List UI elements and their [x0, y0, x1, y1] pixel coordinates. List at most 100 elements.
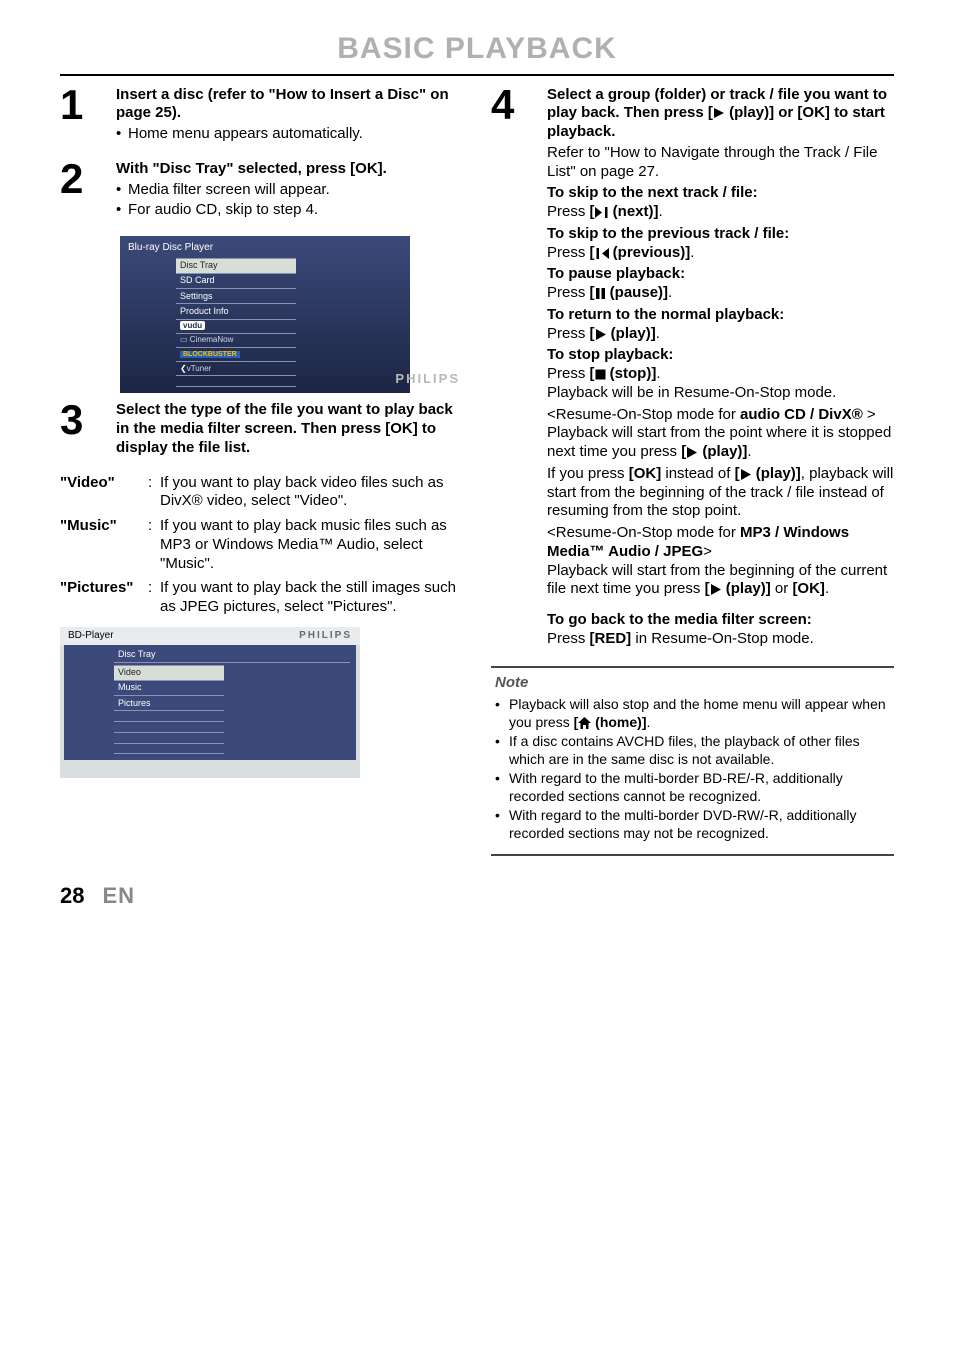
filter-colon: : — [148, 474, 160, 512]
bullet-item: • Media filter screen will appear. — [116, 181, 463, 200]
note-title: Note — [495, 674, 890, 693]
bullet-item: • Home menu appears automatically. — [116, 125, 463, 144]
play-icon — [686, 447, 698, 458]
filter-table: "Video" : If you want to play back video… — [60, 474, 463, 617]
resume-cd-text: Playback will start from the point where… — [547, 424, 894, 462]
play-icon — [595, 329, 607, 340]
skip-next-block: To skip to the next track / file: Press … — [547, 184, 894, 222]
note-list: • Playback will also stop and the home m… — [495, 696, 890, 842]
osd2-header: BD-Player PHILIPS — [60, 627, 360, 646]
return-block: To return to the normal playback: Press … — [547, 306, 894, 344]
philips-brand: PHILIPS — [395, 371, 460, 387]
step-heading: Insert a disc (refer to "How to Insert a… — [116, 86, 463, 124]
previous-icon — [595, 248, 609, 259]
step-ref: Refer to "How to Navigate through the Tr… — [547, 144, 894, 182]
osd2-item-music: Music — [114, 680, 224, 695]
osd-item-product-info: Product Info — [176, 303, 296, 318]
osd2-item-blank — [114, 721, 224, 732]
back-block: To go back to the media filter screen: P… — [547, 611, 894, 649]
play-icon — [740, 469, 752, 480]
osd2-item-blank — [114, 710, 224, 721]
filter-key: "Video" — [60, 474, 148, 512]
page-number: 28 — [60, 882, 84, 910]
bullet-dot: • — [495, 696, 509, 731]
note-text: If a disc contains AVCHD files, the play… — [509, 733, 890, 768]
osd-wrapper: Blu-ray Disc Player Disc Tray SD Card Se… — [60, 236, 463, 393]
philips-brand: PHILIPS — [299, 630, 352, 643]
resume-mp3-head: <Resume-On-Stop mode for MP3 / Windows M… — [547, 524, 894, 562]
osd-item-vtuner: ❮vTuner — [176, 361, 296, 375]
note-item: • If a disc contains AVCHD files, the pl… — [495, 733, 890, 768]
osd-item-sd-card: SD Card — [176, 273, 296, 288]
filter-row-music: "Music" : If you want to play back music… — [60, 517, 463, 573]
step-number: 2 — [60, 160, 116, 222]
osd2-category: Disc Tray — [114, 649, 350, 662]
sub-text: Press [ (play)]. — [547, 325, 894, 344]
filter-colon: : — [148, 517, 160, 573]
sub-label: To return to the normal playback: — [547, 306, 894, 325]
filter-value: If you want to play back the still image… — [160, 579, 463, 617]
step-1: 1 Insert a disc (refer to "How to Insert… — [60, 86, 463, 146]
home-menu-osd: Blu-ray Disc Player Disc Tray SD Card Se… — [120, 236, 410, 393]
bullet-text: Home menu appears automatically. — [128, 125, 463, 144]
sub-label: To skip to the next track / file: — [547, 184, 894, 203]
osd-menu-list: Disc Tray SD Card Settings Product Info … — [176, 258, 296, 388]
ok-instead-block: If you press [OK] instead of [ (play)], … — [547, 465, 894, 521]
sub-text: Press [ (pause)]. — [547, 284, 894, 303]
sub-text: Press [ (next)]. — [547, 203, 894, 222]
osd-item-blockbuster: BLOCKBUSTER — [176, 347, 296, 362]
bullet-dot: • — [495, 807, 509, 842]
sub-label: To go back to the media filter screen: — [547, 611, 894, 630]
osd-item-disc-tray: Disc Tray — [176, 258, 296, 273]
next-icon — [595, 207, 609, 218]
step-number: 4 — [491, 86, 547, 652]
manual-page: BASIC PLAYBACK 1 Insert a disc (refer to… — [0, 0, 954, 930]
osd2-footer — [60, 764, 360, 778]
filter-value: If you want to play back music files suc… — [160, 517, 463, 573]
resume-cd-block: <Resume-On-Stop mode for audio CD / DivX… — [547, 406, 894, 462]
step-number: 3 — [60, 401, 116, 459]
page-title: BASIC PLAYBACK — [60, 30, 894, 74]
bullet-item: • For audio CD, skip to step 4. — [116, 201, 463, 220]
filter-key: "Pictures" — [60, 579, 148, 617]
sub-text: Press [ (previous)]. — [547, 244, 894, 263]
step-4: 4 Select a group (folder) or track / fil… — [491, 86, 894, 652]
title-rule — [60, 74, 894, 76]
filter-row-video: "Video" : If you want to play back video… — [60, 474, 463, 512]
stop-icon — [595, 369, 606, 380]
osd2-title: BD-Player — [68, 630, 114, 643]
step-2: 2 With "Disc Tray" selected, press [OK].… — [60, 160, 463, 222]
bullet-dot: • — [495, 733, 509, 768]
sub-label: To pause playback: — [547, 265, 894, 284]
step-heading: Select the type of the file you want to … — [116, 401, 463, 457]
media-filter-osd: BD-Player PHILIPS Disc Tray Video Music … — [60, 627, 360, 779]
note-text: Playback will also stop and the home men… — [509, 696, 890, 731]
resume-mp3-block: <Resume-On-Stop mode for MP3 / Windows M… — [547, 524, 894, 599]
step-number: 1 — [60, 86, 116, 146]
filter-colon: : — [148, 579, 160, 617]
step-heading: With "Disc Tray" selected, press [OK]. — [116, 160, 463, 179]
bullet-dot: • — [495, 770, 509, 805]
osd-item-cinemanow: ▭ CinemaNow — [176, 333, 296, 347]
bullet-dot: • — [116, 201, 128, 220]
step-heading: Select a group (folder) or track / file … — [547, 86, 894, 142]
osd-item-settings: Settings — [176, 288, 296, 303]
note-item: • Playback will also stop and the home m… — [495, 696, 890, 731]
left-column: 1 Insert a disc (refer to "How to Insert… — [60, 86, 463, 857]
note-text: With regard to the multi-border BD-RE/-R… — [509, 770, 890, 805]
osd-title: Blu-ray Disc Player — [128, 242, 402, 255]
note-box: Note • Playback will also stop and the h… — [491, 666, 894, 857]
pause-icon — [595, 288, 606, 299]
step-3: 3 Select the type of the file you want t… — [60, 401, 463, 459]
bullet-dot: • — [116, 125, 128, 144]
play-icon — [710, 584, 722, 595]
resume-cd-head: <Resume-On-Stop mode for audio CD / DivX… — [547, 406, 894, 425]
osd-item-blank — [176, 375, 296, 387]
sub-text: Press [RED] in Resume-On-Stop mode. — [547, 630, 894, 649]
sub-label: To skip to the previous track / file: — [547, 225, 894, 244]
bullet-text: For audio CD, skip to step 4. — [128, 201, 463, 220]
play-icon — [713, 107, 725, 119]
sub-text: Press [ (stop)]. — [547, 365, 894, 384]
pause-block: To pause playback: Press [ (pause)]. — [547, 265, 894, 303]
page-footer: 28 EN — [60, 882, 894, 910]
